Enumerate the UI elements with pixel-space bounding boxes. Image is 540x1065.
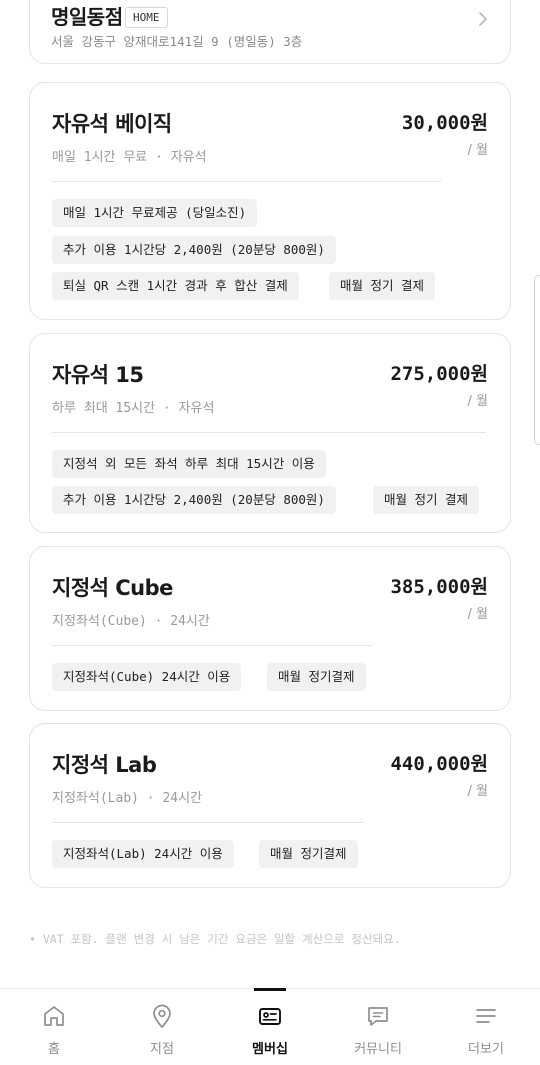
plan-tag: 추가 이용 1시간당 2,400원 (20분당 800원) xyxy=(52,486,336,514)
map-pin-icon xyxy=(153,1004,171,1028)
plan-price: 30,000원 xyxy=(401,112,488,134)
branch-card[interactable]: 명일동점 HOME 서울 강동구 양재대로141길 9 (명일동) 3층 xyxy=(29,0,511,64)
plan-card-basic[interactable]: 자유석 베이직 매일 1시간 무료 · 자유석 30,000원 / 월 매일 1… xyxy=(29,82,511,320)
bottom-nav: 홈 지점 멤버십 커뮤니티 더보기 xyxy=(0,988,540,1065)
nav-label: 홈 xyxy=(48,1042,60,1057)
plan-card-15[interactable]: 자유석 15 하루 최대 15시간 · 자유석 275,000원 / 월 지정석… xyxy=(29,333,511,533)
plan-tag: 매월 정기 결제 xyxy=(329,272,436,300)
plan-unit: / 월 xyxy=(467,143,488,158)
nav-home[interactable]: 홈 xyxy=(0,989,108,1065)
divider xyxy=(52,432,486,433)
plan-tag: 퇴실 QR 스캔 1시간 경과 후 합산 결제 xyxy=(52,272,299,300)
plan-title: 자유석 15 xyxy=(52,363,144,387)
plan-price: 385,000원 xyxy=(390,576,488,598)
divider xyxy=(52,645,372,646)
nav-label: 지점 xyxy=(150,1042,174,1057)
plan-tag: 매월 정기결제 xyxy=(259,840,358,868)
plan-tag: 지정좌석(Lab) 24시간 이용 xyxy=(52,840,234,868)
plan-tag: 지정석 외 모든 좌석 하루 최대 15시간 이용 xyxy=(52,450,326,478)
plan-tag: 매월 정기결제 xyxy=(267,663,366,691)
home-badge: HOME xyxy=(125,7,168,28)
plan-subtitle: 매일 1시간 무료 · 자유석 xyxy=(52,150,207,165)
plan-price: 275,000원 xyxy=(390,363,488,385)
nav-community[interactable]: 커뮤니티 xyxy=(324,989,432,1065)
nav-more[interactable]: 더보기 xyxy=(432,989,540,1065)
divider xyxy=(52,822,364,823)
plan-tag: 매일 1시간 무료제공 (당일소진) xyxy=(52,199,258,227)
plan-subtitle: 하루 최대 15시간 · 자유석 xyxy=(52,401,215,416)
branch-address: 서울 강동구 양재대로141길 9 (명일동) 3층 xyxy=(51,34,303,49)
plan-subtitle: 지정좌석(Lab) · 24시간 xyxy=(52,791,203,806)
plan-tag: 지정좌석(Cube) 24시간 이용 xyxy=(52,663,242,691)
plan-unit: / 월 xyxy=(467,394,488,409)
side-panel-handle[interactable] xyxy=(534,275,540,445)
chat-bubble-icon xyxy=(368,1007,388,1026)
plan-tag: 추가 이용 1시간당 2,400원 (20분당 800원) xyxy=(52,236,336,264)
plan-subtitle: 지정좌석(Cube) · 24시간 xyxy=(52,614,210,629)
nav-membership[interactable]: 멤버십 xyxy=(216,989,324,1065)
membership-card-icon xyxy=(259,1008,281,1025)
menu-icon xyxy=(476,1009,496,1023)
nav-label: 더보기 xyxy=(468,1042,504,1057)
plan-unit: / 월 xyxy=(467,784,488,799)
home-icon xyxy=(44,1006,64,1026)
nav-branch[interactable]: 지점 xyxy=(108,989,216,1065)
plan-price: 440,000원 xyxy=(390,753,488,775)
nav-label: 커뮤니티 xyxy=(354,1042,402,1057)
vat-footnote: • VAT 포함. 플랜 변경 시 남은 기간 요금은 일할 계산으로 정산돼요… xyxy=(29,932,401,946)
plan-title: 지정석 Cube xyxy=(52,576,173,600)
plan-title: 지정석 Lab xyxy=(52,753,157,777)
plan-tag: 매월 정기 결제 xyxy=(373,486,480,514)
plan-title: 자유석 베이직 xyxy=(52,112,172,136)
divider xyxy=(52,181,442,182)
chevron-right-icon xyxy=(478,11,488,31)
plan-unit: / 월 xyxy=(467,607,488,622)
plan-card-lab[interactable]: 지정석 Lab 지정좌석(Lab) · 24시간 440,000원 / 월 지정… xyxy=(29,723,511,888)
nav-label: 멤버십 xyxy=(252,1042,288,1057)
plan-card-cube[interactable]: 지정석 Cube 지정좌석(Cube) · 24시간 385,000원 / 월 … xyxy=(29,546,511,711)
branch-name: 명일동점 xyxy=(51,5,123,29)
